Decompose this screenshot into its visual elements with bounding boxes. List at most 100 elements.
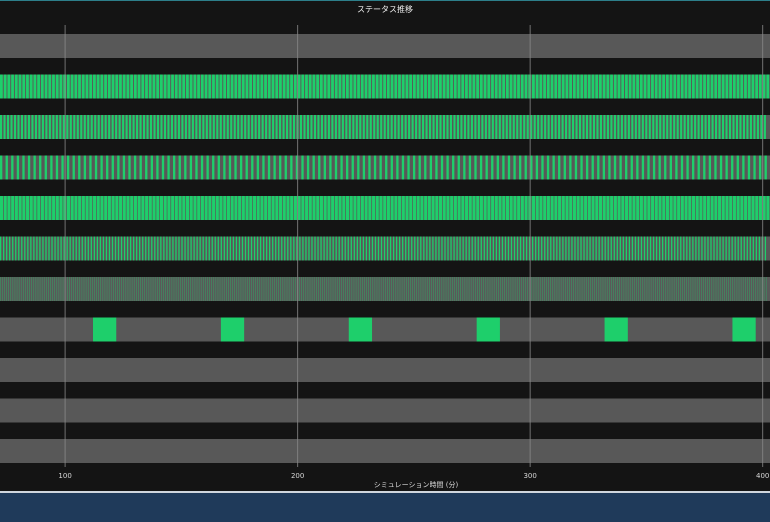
status-active-segment [125, 115, 128, 139]
status-active-segment [695, 74, 699, 99]
status-active-segment [546, 74, 550, 99]
status-active-segment [539, 196, 543, 220]
status-active-segment [372, 74, 375, 99]
status-active-segment [290, 236, 292, 261]
status-active-segment [558, 74, 561, 99]
status-active-segment [174, 74, 178, 99]
status-active-segment [170, 115, 173, 139]
status-active-segment [546, 155, 550, 180]
status-active-segment [37, 74, 40, 99]
status-active-segment [223, 196, 227, 220]
status-active-segment [233, 115, 236, 139]
status-active-segment [415, 115, 418, 139]
status-active-segment [240, 115, 243, 139]
status-active-segment [736, 74, 740, 99]
status-active-segment [271, 196, 275, 220]
status-active-segment [104, 74, 107, 99]
status-active-segment [362, 155, 366, 180]
status-active-segment [517, 74, 520, 99]
status-active-segment [592, 236, 594, 261]
status-active-segment [477, 236, 479, 261]
status-active-segment [637, 236, 640, 261]
status-active-segment [431, 74, 435, 99]
status-active-segment [27, 236, 29, 261]
status-active-segment [742, 115, 746, 139]
status-active-segment [694, 115, 697, 139]
status-active-segment [202, 115, 205, 139]
status-active-segment [453, 196, 457, 220]
status-active-segment [533, 115, 536, 139]
status-active-segment [117, 155, 120, 180]
status-active-segment [728, 115, 732, 139]
status-active-segment [200, 196, 204, 220]
status-active-segment [215, 74, 219, 99]
status-active-segment [90, 236, 92, 261]
status-active-segment [701, 115, 704, 139]
chart-title: ステータス推移 [357, 5, 413, 14]
status-active-segment [509, 196, 513, 220]
status-active-segment [613, 236, 615, 261]
status-active-segment [175, 236, 177, 261]
status-active-segment [734, 236, 736, 261]
status-active-segment [435, 74, 439, 99]
status-active-segment [401, 115, 404, 139]
status-active-segment [699, 196, 703, 220]
status-active-segment [320, 115, 323, 139]
status-active-segment [234, 196, 238, 220]
status-active-segment [598, 236, 600, 261]
status-active-segment [452, 155, 455, 180]
status-active-segment [42, 236, 44, 261]
status-active-segment [262, 155, 265, 180]
status-active-segment [272, 236, 274, 261]
status-active-segment [14, 196, 18, 220]
status-active-segment [347, 236, 349, 261]
status-active-segment [483, 196, 487, 220]
status-active-segment [746, 115, 749, 139]
status-active-segment [572, 115, 575, 139]
status-active-segment [569, 74, 573, 99]
status-active-segment [70, 74, 74, 99]
status-active-segment [538, 236, 540, 261]
status-active-segment [228, 155, 232, 180]
status-active-segment [262, 236, 265, 261]
status-active-segment [394, 115, 397, 139]
status-active-segment [245, 155, 248, 180]
status-active-segment [389, 236, 392, 261]
status-active-segment [156, 155, 159, 180]
status-active-segment [438, 236, 440, 261]
status-active-segment [55, 74, 59, 99]
status-active-segment [9, 236, 11, 261]
status-active-segment [368, 155, 371, 180]
status-active-segment [630, 155, 633, 180]
status-active-segment [631, 236, 634, 261]
status-active-segment [230, 74, 234, 99]
status-active-segment [22, 74, 26, 99]
status-active-segment [569, 155, 572, 180]
status-active-segment [746, 236, 748, 261]
status-active-segment [684, 196, 688, 220]
status-active-segment [386, 74, 390, 99]
status-active-segment [401, 74, 405, 99]
status-active-segment [479, 155, 483, 180]
status-active-segment [141, 74, 145, 99]
status-active-segment [342, 74, 346, 99]
status-active-segment [405, 74, 409, 99]
status-active-segment [269, 236, 271, 261]
status-active-segment [739, 115, 742, 139]
status-active-segment [740, 74, 744, 99]
status-active-segment [122, 115, 125, 139]
status-active-segment [78, 236, 80, 261]
status-active-segment [505, 74, 509, 99]
status-active-segment [577, 236, 579, 261]
status-active-segment [287, 236, 289, 261]
status-active-segment [664, 155, 667, 180]
status-active-segment [721, 196, 725, 220]
status-active-segment [0, 74, 3, 99]
status-active-segment [145, 236, 147, 261]
status-active-segment [561, 115, 564, 139]
status-active-segment [317, 236, 319, 261]
status-active-segment [697, 155, 700, 180]
status-active-segment [208, 196, 212, 220]
status-active-segment [655, 115, 658, 139]
status-active-segment [90, 115, 93, 139]
